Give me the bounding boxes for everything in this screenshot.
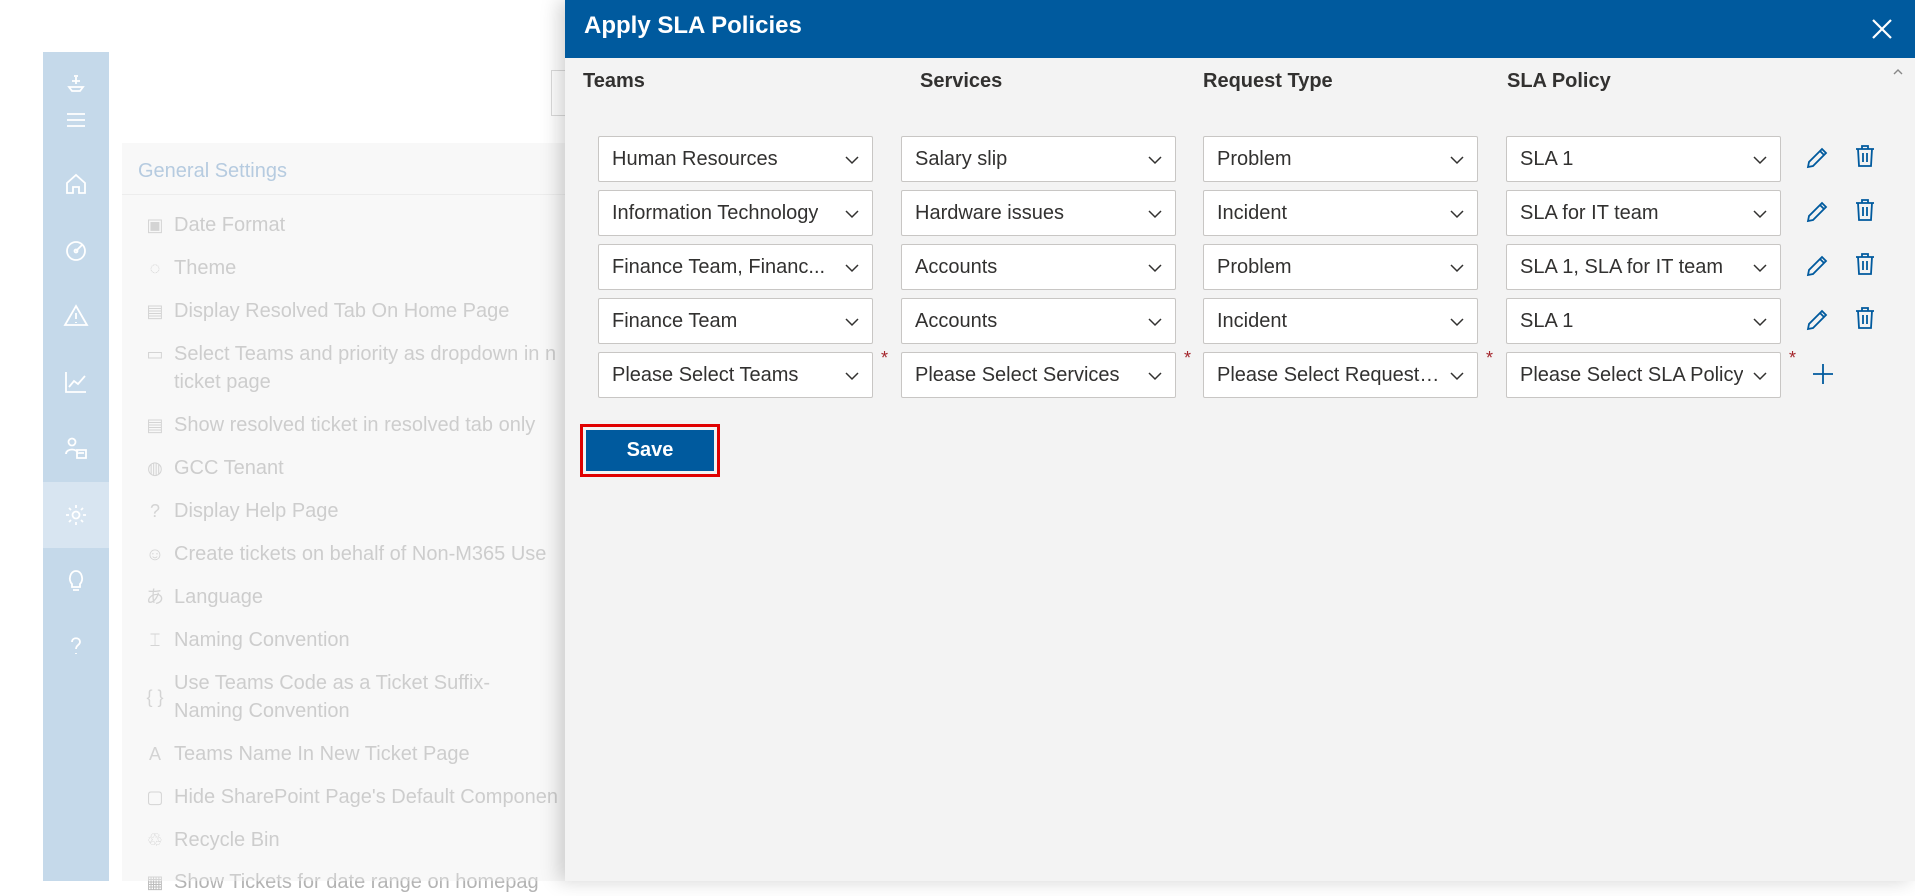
modal-title: Apply SLA Policies <box>584 12 802 39</box>
team-value: Finance Team <box>612 309 738 332</box>
chevron-down-icon <box>1148 318 1162 327</box>
chevron-down-icon <box>1148 264 1162 273</box>
request-type-dropdown[interactable]: Problem <box>1203 136 1478 182</box>
service-dropdown[interactable]: Hardware issues <box>901 190 1176 236</box>
team-placeholder: Please Select Teams <box>612 363 799 386</box>
scrollbar-up-arrow[interactable] <box>1893 64 1903 75</box>
team-value: Human Resources <box>612 147 778 170</box>
sla-policy-dropdown[interactable]: SLA 1, SLA for IT team <box>1506 244 1781 290</box>
request-type-value: Incident <box>1217 201 1288 224</box>
team-dropdown[interactable]: Finance Team, Financ... <box>598 244 873 290</box>
sla-value: SLA 1 <box>1520 147 1574 170</box>
chevron-down-icon <box>1450 210 1464 219</box>
chevron-down-icon <box>1753 372 1767 381</box>
required-asterisk: * <box>1486 348 1494 368</box>
request-type-value: Problem <box>1217 147 1292 170</box>
service-dropdown[interactable]: Accounts <box>901 244 1176 290</box>
sla-policy-dropdown[interactable]: SLA 1 <box>1506 136 1781 182</box>
edit-row-button[interactable] <box>1802 197 1832 227</box>
team-value: Information Technology <box>612 201 819 224</box>
pencil-icon <box>1806 201 1828 223</box>
chevron-down-icon <box>1753 210 1767 219</box>
chevron-down-icon <box>1753 156 1767 165</box>
edit-row-button[interactable] <box>1802 143 1832 173</box>
team-dropdown[interactable]: Human Resources <box>598 136 873 182</box>
chevron-down-icon <box>1753 264 1767 273</box>
column-header-teams: Teams <box>583 70 645 92</box>
service-value: Accounts <box>915 255 998 278</box>
pencil-icon <box>1806 147 1828 169</box>
add-row-button[interactable] <box>1808 359 1838 389</box>
chevron-down-icon <box>1148 210 1162 219</box>
plus-icon <box>1813 364 1833 384</box>
request-type-dropdown[interactable]: Incident <box>1203 298 1478 344</box>
service-dropdown[interactable]: Accounts <box>901 298 1176 344</box>
column-header-request-type: Request Type <box>1203 70 1333 92</box>
modal-header: Apply SLA Policies <box>565 0 1915 58</box>
chevron-down-icon <box>1148 156 1162 165</box>
trash-icon <box>1856 145 1874 167</box>
required-asterisk: * <box>1789 348 1797 368</box>
service-value: Accounts <box>915 309 998 332</box>
sla-value: SLA 1, SLA for IT team <box>1520 255 1724 278</box>
close-icon <box>1872 19 1892 39</box>
delete-row-button[interactable] <box>1850 141 1880 171</box>
required-asterisk: * <box>1184 348 1192 368</box>
new-team-dropdown[interactable]: Please Select Teams <box>598 352 873 398</box>
modal-backdrop[interactable] <box>0 0 565 881</box>
sla-value: SLA 1 <box>1520 309 1574 332</box>
trash-icon <box>1856 307 1874 329</box>
edit-row-button[interactable] <box>1802 251 1832 281</box>
new-service-dropdown[interactable]: Please Select Services <box>901 352 1176 398</box>
sla-policy-dropdown[interactable]: SLA for IT team <box>1506 190 1781 236</box>
save-button[interactable]: Save <box>586 430 714 471</box>
close-button[interactable] <box>1865 12 1899 46</box>
new-sla-policy-dropdown[interactable]: Please Select SLA Policy <box>1506 352 1781 398</box>
service-value: Salary slip <box>915 147 1008 170</box>
service-placeholder: Please Select Services <box>915 363 1120 386</box>
team-dropdown[interactable]: Finance Team <box>598 298 873 344</box>
service-dropdown[interactable]: Salary slip <box>901 136 1176 182</box>
request-type-value: Incident <box>1217 309 1288 332</box>
trash-icon <box>1856 253 1874 275</box>
request-type-value: Problem <box>1217 255 1292 278</box>
chevron-down-icon <box>1753 318 1767 327</box>
chevron-down-icon <box>845 264 859 273</box>
chevron-down-icon <box>1450 156 1464 165</box>
chevron-down-icon <box>1450 264 1464 273</box>
delete-row-button[interactable] <box>1850 195 1880 225</box>
chevron-down-icon <box>1148 372 1162 381</box>
request-type-placeholder: Please Select Request ... <box>1217 363 1441 386</box>
request-type-dropdown[interactable]: Problem <box>1203 244 1478 290</box>
column-header-sla-policy: SLA Policy <box>1507 70 1611 92</box>
edit-row-button[interactable] <box>1802 305 1832 335</box>
chevron-down-icon <box>845 156 859 165</box>
apply-sla-policies-panel: Apply SLA Policies Teams Services Reques… <box>565 0 1915 881</box>
sla-policy-dropdown[interactable]: SLA 1 <box>1506 298 1781 344</box>
chevron-down-icon <box>1450 318 1464 327</box>
service-value: Hardware issues <box>915 201 1064 224</box>
delete-row-button[interactable] <box>1850 249 1880 279</box>
sla-placeholder: Please Select SLA Policy <box>1520 363 1744 386</box>
column-header-services: Services <box>920 70 1003 92</box>
team-value: Finance Team, Financ... <box>612 255 826 278</box>
required-asterisk: * <box>881 348 889 368</box>
chevron-down-icon <box>845 372 859 381</box>
new-request-type-dropdown[interactable]: Please Select Request ... <box>1203 352 1478 398</box>
pencil-icon <box>1806 255 1828 277</box>
trash-icon <box>1856 199 1874 221</box>
sla-value: SLA for IT team <box>1520 201 1659 224</box>
team-dropdown[interactable]: Information Technology <box>598 190 873 236</box>
pencil-icon <box>1806 309 1828 331</box>
chevron-down-icon <box>1450 372 1464 381</box>
chevron-down-icon <box>845 210 859 219</box>
delete-row-button[interactable] <box>1850 303 1880 333</box>
request-type-dropdown[interactable]: Incident <box>1203 190 1478 236</box>
chevron-down-icon <box>845 318 859 327</box>
